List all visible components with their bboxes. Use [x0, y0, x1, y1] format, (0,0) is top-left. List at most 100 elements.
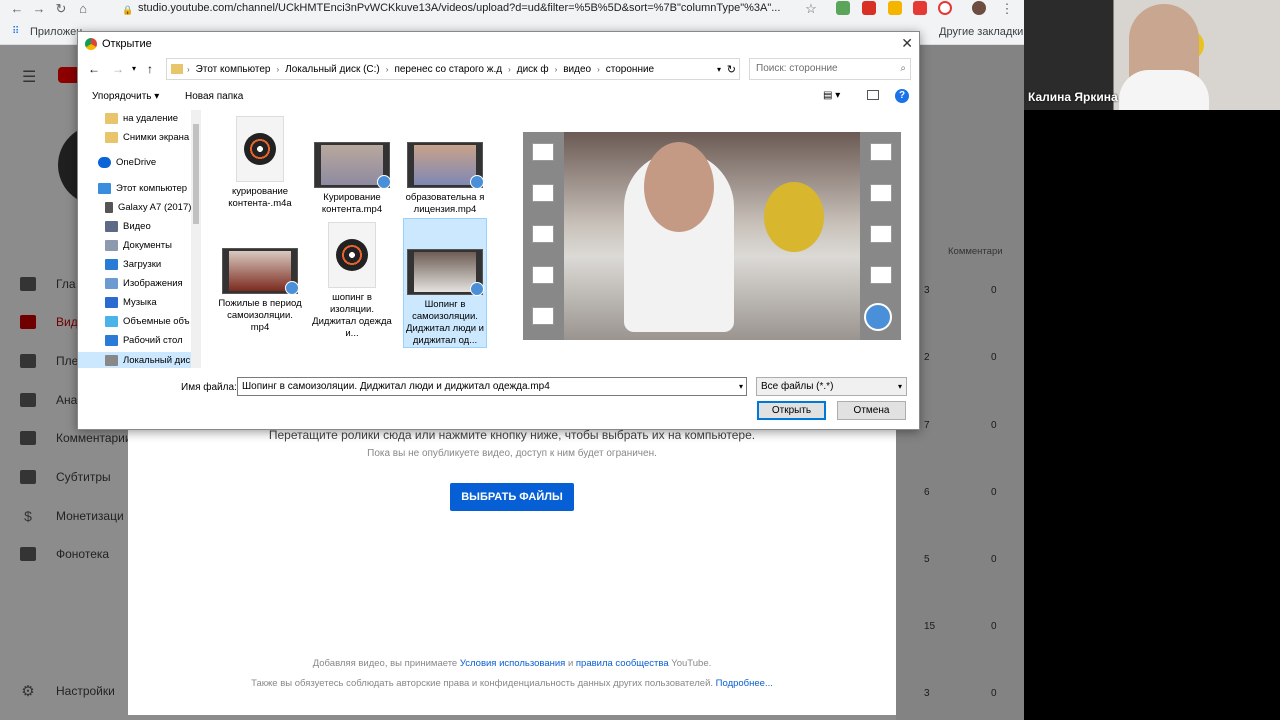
- lock-icon: 🔒: [122, 5, 134, 15]
- reload-icon[interactable]: ↻: [50, 1, 72, 17]
- computer-icon: [98, 183, 111, 194]
- cloud-icon: [98, 157, 111, 168]
- bookmark-apps[interactable]: Приложен: [30, 26, 82, 38]
- record-ext-icon[interactable]: [938, 1, 952, 15]
- tree-item-label: Galaxy A7 (2017): [118, 202, 192, 213]
- tree-item[interactable]: Снимки экрана: [105, 132, 189, 143]
- 3d-objects-icon: [105, 316, 118, 327]
- preview-pane-icon[interactable]: [867, 90, 879, 100]
- file-item-selected[interactable]: Шопинг в самоизоляции. Диджитал люди и д…: [403, 218, 487, 348]
- pictures-icon: [105, 278, 118, 289]
- tree-item[interactable]: Загрузки: [105, 259, 161, 270]
- filetype-value: Все файлы (*.*): [761, 381, 834, 392]
- legal-text: YouTube.: [668, 658, 712, 669]
- tree-item-label: Рабочий стол: [123, 335, 183, 346]
- film-hole: [870, 266, 892, 284]
- tree-item[interactable]: OneDrive: [98, 157, 156, 168]
- downloads-icon: [105, 259, 118, 270]
- help-icon[interactable]: ?: [895, 89, 909, 103]
- breadcrumb-item[interactable]: Этот компьютер: [190, 64, 277, 75]
- tree-item[interactable]: Galaxy A7 (2017): [105, 202, 191, 213]
- film-hole: [532, 225, 554, 243]
- tree-item[interactable]: Музыка: [105, 297, 157, 308]
- profile-avatar[interactable]: [972, 1, 986, 15]
- player-badge-icon: [470, 282, 484, 296]
- dialog-title: Открытие: [102, 38, 152, 50]
- breadcrumb-item[interactable]: сторонние: [600, 64, 660, 75]
- tree-item-selected[interactable]: Локальный дис: [78, 352, 193, 368]
- filename-label: Имя файла:: [181, 382, 237, 393]
- tree-item-label: Объемные объ: [123, 316, 190, 327]
- extension-icon[interactable]: [836, 1, 850, 15]
- legal-text: и: [565, 658, 576, 669]
- video-thumbnail: [407, 142, 484, 189]
- filename-input[interactable]: Шопинг в самоизоляции. Диджитал люди и д…: [237, 377, 747, 396]
- recent-dropdown-icon[interactable]: ▾: [132, 64, 136, 73]
- forward-icon[interactable]: →: [28, 1, 50, 16]
- dialog-title-bar: Открытие ✕: [78, 32, 919, 56]
- file-name: Шопинг в самоизоляции. Диджитал люди и д…: [406, 299, 484, 346]
- refresh-icon[interactable]: ↻: [727, 63, 736, 76]
- back-icon[interactable]: ←: [6, 1, 28, 16]
- file-item[interactable]: Пожилые в период самоизоляции. mp4: [218, 248, 302, 334]
- film-hole: [870, 143, 892, 161]
- tree-item[interactable]: Объемные объ: [105, 316, 190, 327]
- dialog-toolbar: Упорядочить ▾ Новая папка ▤ ▾ ?: [78, 86, 919, 108]
- legal-text: Добавляя видео, вы принимаете: [312, 658, 460, 669]
- url-bar[interactable]: 🔒 studio.youtube.com/channel/UCkHMTEnci3…: [110, 0, 825, 17]
- tree-item-label: Музыка: [123, 297, 157, 308]
- tree-scrollbar[interactable]: [191, 110, 201, 368]
- breadcrumb-item[interactable]: диск ф: [511, 64, 555, 75]
- tree-item[interactable]: Этот компьютер: [98, 183, 187, 194]
- bookmark-ext-icon[interactable]: [888, 1, 902, 15]
- star-icon[interactable]: ☆: [800, 1, 822, 17]
- player-badge-icon: [377, 175, 391, 189]
- player-badge-icon: [864, 303, 892, 331]
- file-item[interactable]: шопинг в изоляции. Диджитал одежда и...: [310, 222, 394, 340]
- organize-button[interactable]: Упорядочить ▾: [92, 91, 159, 102]
- chevron-down-icon: ▾: [897, 382, 902, 391]
- breadcrumb-item[interactable]: видео: [557, 64, 597, 75]
- file-item[interactable]: Курирование контента.mp4: [310, 142, 394, 216]
- close-icon[interactable]: ✕: [901, 35, 913, 52]
- tree-item[interactable]: на удаление: [105, 113, 178, 124]
- learn-more-link[interactable]: Подробнее...: [716, 678, 773, 689]
- tree-item[interactable]: Документы: [105, 240, 172, 251]
- apps-icon[interactable]: ⠿: [12, 26, 19, 37]
- community-guidelines-link[interactable]: правила сообщества: [576, 658, 669, 669]
- youtube-ext-icon[interactable]: [913, 1, 927, 15]
- select-files-button[interactable]: ВЫБРАТЬ ФАЙЛЫ: [450, 483, 574, 511]
- filetype-select[interactable]: Все файлы (*.*) ▾: [756, 377, 907, 396]
- up-icon[interactable]: ↑: [147, 62, 153, 76]
- back-icon[interactable]: ←: [88, 62, 100, 76]
- file-item[interactable]: образовательна я лицензия.mp4: [403, 142, 487, 216]
- folder-icon: [171, 64, 183, 74]
- video-folder-icon: [105, 221, 118, 232]
- address-dropdown-icon[interactable]: ▾: [717, 65, 721, 74]
- adblock-icon[interactable]: [862, 1, 876, 15]
- forward-icon[interactable]: →: [112, 62, 124, 76]
- chevron-down-icon[interactable]: ▾: [739, 378, 743, 395]
- address-breadcrumb[interactable]: › Этот компьютер › Локальный диск (C:) › п…: [166, 58, 740, 80]
- legal-line-1: Добавляя видео, вы принимаете Условия ис…: [128, 658, 896, 669]
- view-options-icon[interactable]: ▤ ▾: [823, 90, 840, 101]
- breadcrumb-item[interactable]: Локальный диск (C:): [279, 64, 386, 75]
- new-folder-button[interactable]: Новая папка: [185, 91, 243, 102]
- tree-item[interactable]: Изображения: [105, 278, 183, 289]
- search-input[interactable]: Поиск: сторонние ⌕: [749, 58, 911, 80]
- menu-icon[interactable]: ⋮: [996, 1, 1018, 17]
- bookmark-other[interactable]: Другие закладки: [939, 26, 1023, 38]
- breadcrumb-item[interactable]: перенес со старого ж.д: [388, 64, 508, 75]
- home-icon[interactable]: ⌂: [72, 1, 94, 16]
- terms-link[interactable]: Условия использования: [460, 658, 565, 669]
- file-item[interactable]: курирование контента-.m4a: [218, 116, 302, 210]
- open-button[interactable]: Открыть: [757, 401, 826, 420]
- tree-item-label: Снимки экрана: [123, 132, 190, 143]
- music-icon: [105, 297, 118, 308]
- cancel-button[interactable]: Отмена: [837, 401, 906, 420]
- tree-item[interactable]: Рабочий стол: [105, 335, 183, 346]
- film-hole: [532, 143, 554, 161]
- tree-item[interactable]: Видео: [105, 221, 151, 232]
- video-thumbnail: [222, 248, 299, 295]
- film-hole: [870, 225, 892, 243]
